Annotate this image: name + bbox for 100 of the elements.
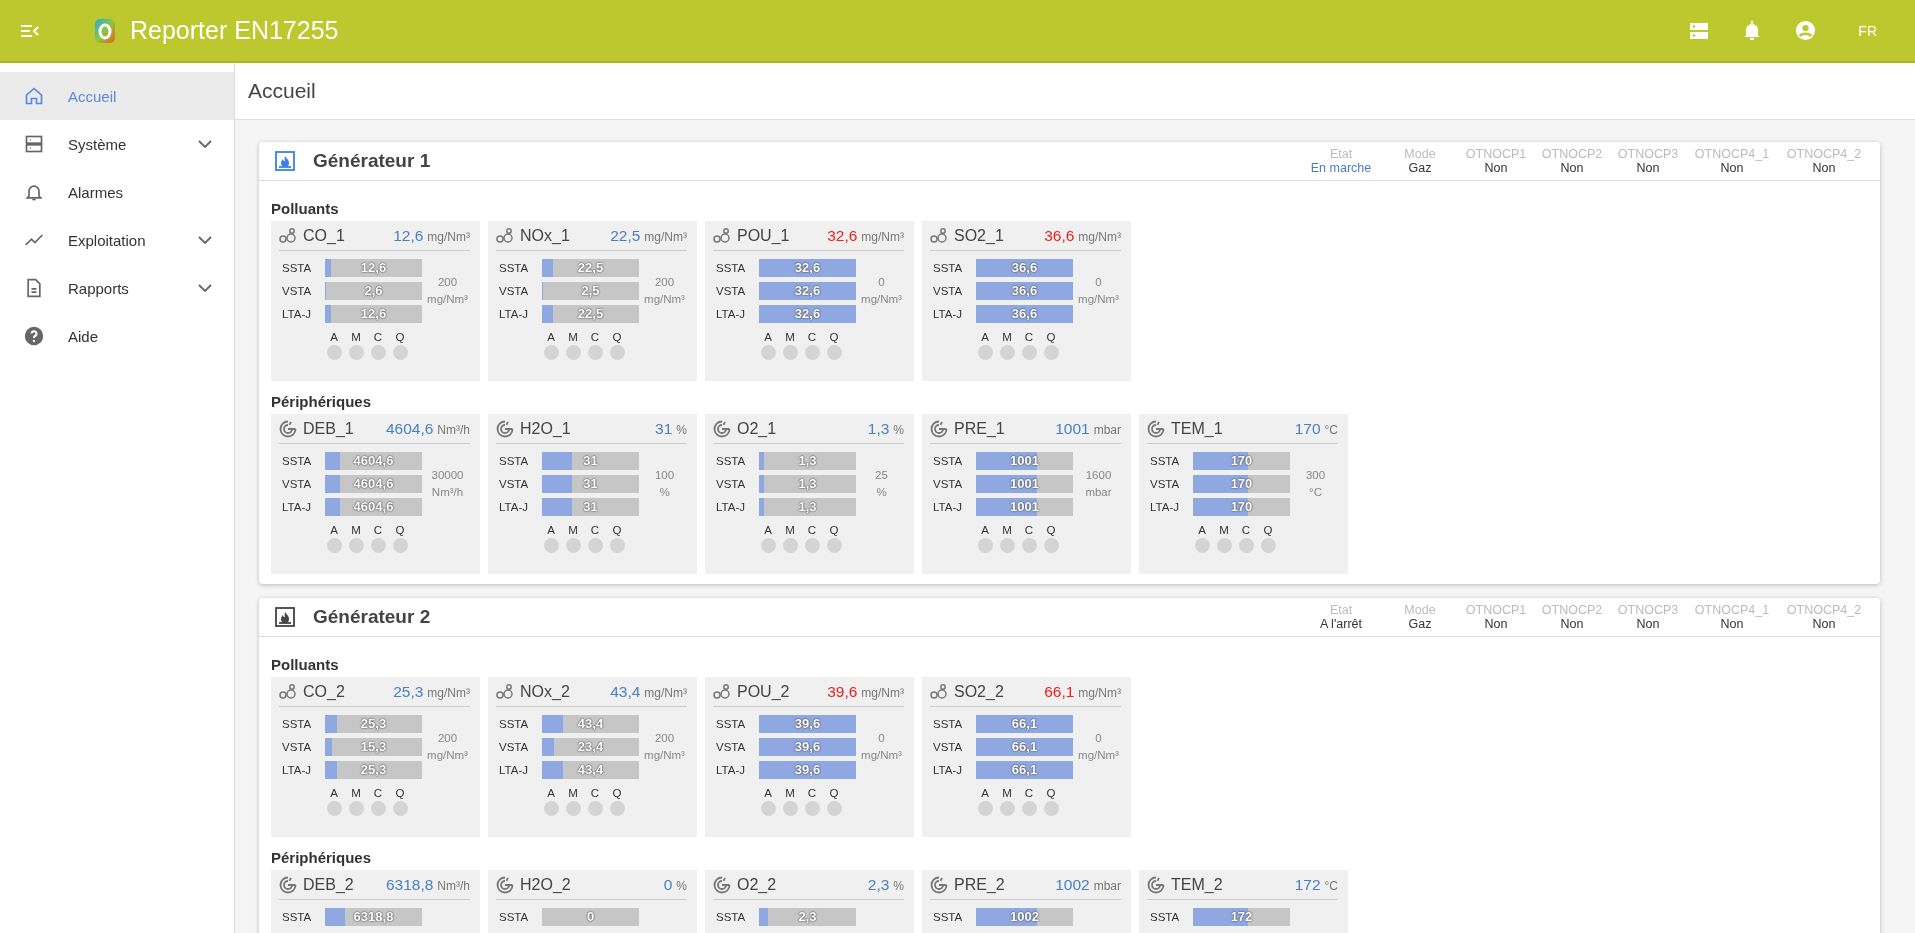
sensor-unit: mg/Nm³ <box>644 686 687 700</box>
segmented-circle-icon <box>930 876 948 894</box>
bar-value: 23,4 <box>576 738 605 754</box>
segmented-circle-icon <box>1147 876 1165 894</box>
sensor-name: SO2_2 <box>954 683 1005 701</box>
limit-unit: mg/Nm³ <box>644 291 685 307</box>
bar-value: 1002 <box>1009 908 1040 924</box>
sensor-value: 1001 <box>1055 420 1090 438</box>
sensor-value: 43,4 <box>610 683 641 701</box>
sensor-unit: mg/Nm³ <box>1078 686 1121 700</box>
bar-value: 1001 <box>1009 475 1040 491</box>
row-label: SSTA <box>932 454 964 467</box>
bar-value: 170 <box>1229 475 1254 491</box>
limit-value: 0 <box>1095 730 1102 746</box>
limit-unit: % <box>659 484 670 500</box>
row-label: SSTA <box>281 910 313 923</box>
flag-label: C <box>373 524 383 536</box>
flag-label: A <box>1198 524 1206 536</box>
limit-value: 1600 <box>1085 467 1112 483</box>
sensor-name: POU_1 <box>737 227 791 245</box>
sensor-unit: % <box>676 423 687 437</box>
segmented-circle-icon <box>713 420 731 438</box>
bar-value: 22,5 <box>576 305 605 321</box>
flag-label: C <box>1024 524 1034 536</box>
segmented-circle-icon <box>496 876 514 894</box>
bar-value: 2,3 <box>797 908 818 924</box>
limit-unit: Nm³/h <box>431 484 464 500</box>
bar-value: 1,3 <box>797 475 818 491</box>
bubbles-icon <box>930 228 948 244</box>
sensor-name: DEB_2 <box>303 876 355 894</box>
notifications-button[interactable] <box>1743 20 1762 41</box>
bar-value: 39,6 <box>793 738 822 754</box>
flag-label: Q <box>395 524 405 536</box>
sidebar-item[interactable]: Rapports <box>0 264 234 312</box>
bar-value: 32,6 <box>793 305 822 321</box>
row-label: LTA-J <box>932 307 963 320</box>
row-label: LTA-J <box>281 500 312 513</box>
flag-label: M <box>351 787 361 799</box>
flag-label: A <box>981 331 989 343</box>
status-label: OTNOCP4_2 <box>1786 147 1862 161</box>
sensor-name: NOx_2 <box>520 683 571 701</box>
sensor-unit: mbar <box>1093 423 1121 437</box>
flag-label: M <box>1219 524 1229 536</box>
row-label: VSTA <box>281 284 313 297</box>
flag-label: A <box>330 331 338 343</box>
bell-icon <box>24 182 44 202</box>
flag-label: C <box>590 524 600 536</box>
bar-value: 4604,6 <box>352 475 395 491</box>
sidebar-item[interactable]: Alarmes <box>0 168 234 216</box>
sensor-name: H2O_1 <box>520 420 572 438</box>
flag-label: M <box>785 524 795 536</box>
app-title: Reporter EN17255 <box>130 16 339 45</box>
flag-label: Q <box>1046 331 1056 343</box>
flag-label: C <box>807 331 817 343</box>
row-label: VSTA <box>715 284 747 297</box>
flag-label: C <box>590 787 600 799</box>
sensor-unit: °C <box>1324 423 1338 437</box>
flag-label: C <box>1241 524 1251 536</box>
bubbles-icon <box>496 228 514 244</box>
status-label: OTNOCP1 <box>1465 147 1527 161</box>
limit-value: 300 <box>1305 467 1326 483</box>
sensor-name: PRE_2 <box>954 876 1006 894</box>
segmented-circle-icon <box>930 420 948 438</box>
server-button[interactable] <box>1689 21 1710 40</box>
sensor-value: 1002 <box>1055 876 1090 894</box>
flag-label: A <box>330 787 338 799</box>
sidebar-item[interactable]: Exploitation <box>0 216 234 264</box>
bar-value: 4604,6 <box>352 452 395 468</box>
sensor-value: 6318,8 <box>385 876 434 894</box>
sensor-value: 22,5 <box>610 227 641 245</box>
row-label: SSTA <box>715 261 747 274</box>
status-value: A l'arrêt <box>1320 617 1362 631</box>
sidebar-item[interactable]: Aide <box>0 312 234 360</box>
flag-label: Q <box>1046 787 1056 799</box>
limit-value: 25 <box>875 467 888 483</box>
flag-label: C <box>807 524 817 536</box>
flag-label: M <box>568 524 578 536</box>
bubbles-icon <box>713 228 731 244</box>
status-label: OTNOCP4_2 <box>1786 603 1862 617</box>
menu-collapse-button[interactable] <box>20 22 40 39</box>
flag-label: C <box>373 787 383 799</box>
sensor-value: 172 <box>1294 876 1321 894</box>
limit-unit: mg/Nm³ <box>861 291 902 307</box>
flag-label: A <box>330 524 338 536</box>
flag-label: A <box>764 331 772 343</box>
sensor-name: CO_1 <box>303 227 346 245</box>
bar-value: 170 <box>1229 452 1254 468</box>
sidebar-item[interactable]: Système <box>0 120 234 168</box>
row-label: SSTA <box>498 454 530 467</box>
bubbles-icon <box>930 684 948 700</box>
status-label: OTNOCP4_1 <box>1694 147 1770 161</box>
user-account-button[interactable] <box>1795 20 1817 41</box>
sensor-unit: mg/Nm³ <box>1078 230 1121 244</box>
bubbles-icon <box>713 684 731 700</box>
bar-value: 25,3 <box>359 715 388 731</box>
row-label: SSTA <box>281 454 313 467</box>
limit-unit: mg/Nm³ <box>861 747 902 763</box>
flag-label: Q <box>395 787 405 799</box>
status-label: Mode <box>1404 147 1436 161</box>
sensor-name: DEB_1 <box>303 420 355 438</box>
